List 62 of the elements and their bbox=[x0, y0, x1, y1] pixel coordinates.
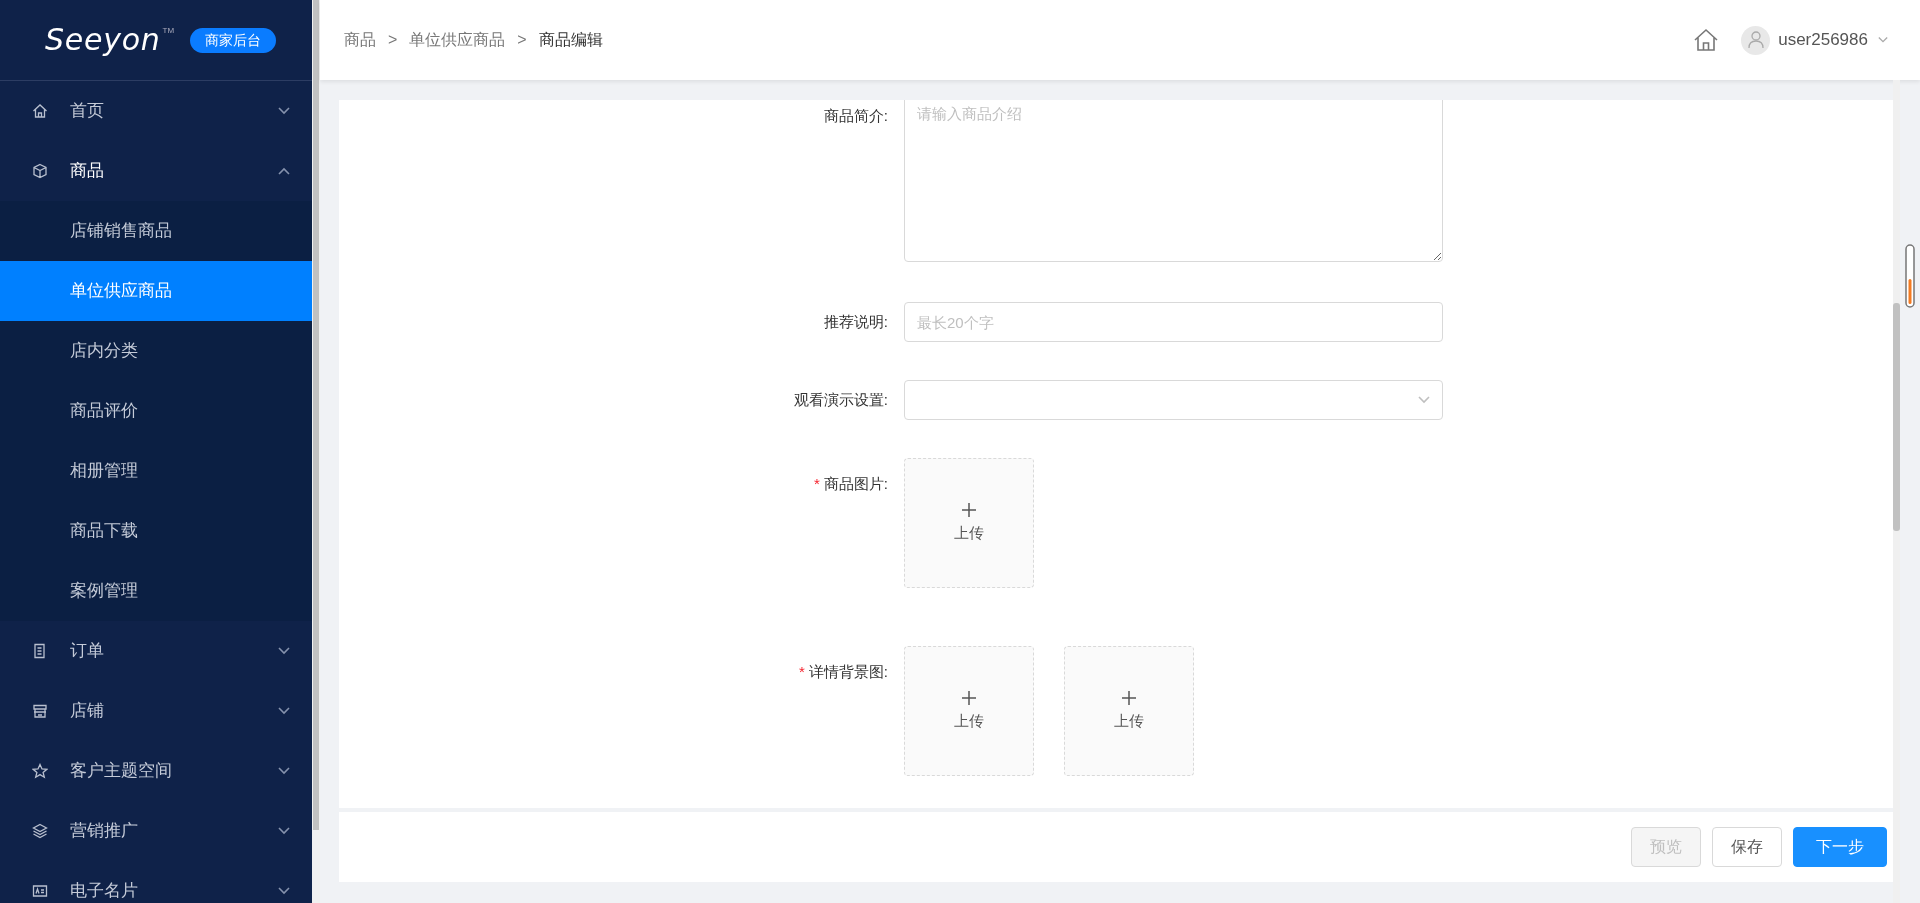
breadcrumb-link[interactable]: 商品 bbox=[344, 28, 376, 52]
merchant-badge: 商家后台 bbox=[190, 27, 277, 53]
submenu-item[interactable]: 商品下载 bbox=[0, 501, 312, 561]
input-field[interactable]: 最长20个字 bbox=[904, 302, 1443, 342]
layers-icon bbox=[32, 823, 48, 839]
sidebar-item[interactable]: 商品 bbox=[0, 141, 312, 201]
sidebar-scrollbar[interactable] bbox=[313, 0, 319, 830]
field-label: 商品图片: bbox=[823, 473, 888, 494]
chevron-up-icon bbox=[278, 167, 290, 175]
star-icon bbox=[32, 763, 48, 779]
user-name[interactable]: user256986 bbox=[1778, 27, 1868, 53]
sidebar-item[interactable]: 订单 bbox=[0, 621, 312, 681]
upload-button[interactable]: 上传 bbox=[904, 458, 1034, 588]
sidebar-item[interactable]: 电子名片 bbox=[0, 861, 312, 903]
chevron-down-icon bbox=[1418, 396, 1430, 404]
chevron-down-icon bbox=[278, 887, 290, 895]
required-asterisk: * bbox=[799, 661, 805, 682]
field-label: 商品简介: bbox=[823, 105, 888, 126]
chevron-down-icon bbox=[278, 107, 290, 115]
chevron-down-icon bbox=[278, 827, 290, 835]
submenu-item[interactable]: 案例管理 bbox=[0, 561, 312, 621]
required-asterisk: * bbox=[814, 473, 820, 494]
user-avatar[interactable] bbox=[1741, 25, 1771, 55]
upload-button[interactable]: 上传 bbox=[1064, 646, 1194, 776]
upload-button[interactable]: 上传 bbox=[904, 646, 1034, 776]
sidebar-item[interactable]: 店铺 bbox=[0, 681, 312, 741]
submenu-item[interactable]: 店内分类 bbox=[0, 321, 312, 381]
field-label: 详情背景图: bbox=[808, 661, 888, 682]
select-field[interactable] bbox=[904, 380, 1443, 420]
sidebar-item[interactable]: 客户主题空间 bbox=[0, 741, 312, 801]
breadcrumb-separator: > bbox=[388, 30, 398, 50]
submenu-item[interactable]: 单位供应商品 bbox=[0, 261, 312, 321]
chevron-down-icon bbox=[278, 767, 290, 775]
trademark-text: TM bbox=[162, 25, 175, 37]
store-icon bbox=[32, 703, 48, 719]
plus-icon bbox=[961, 501, 977, 518]
home-icon[interactable] bbox=[1693, 28, 1720, 52]
breadcrumb-link[interactable]: 单位供应商品 bbox=[409, 28, 506, 52]
cube-icon bbox=[32, 163, 48, 179]
action-button[interactable]: 保存 bbox=[1712, 827, 1782, 867]
content-scrollbar[interactable] bbox=[1893, 303, 1900, 531]
chevron-down-icon bbox=[278, 647, 290, 655]
breadcrumb-current: 商品编辑 bbox=[538, 30, 603, 50]
field-label: 观看演示设置: bbox=[793, 389, 888, 410]
document-icon bbox=[32, 643, 48, 659]
scroll-gadget-icon bbox=[1905, 244, 1915, 308]
chevron-down-icon bbox=[278, 707, 290, 715]
breadcrumb-separator: > bbox=[517, 30, 527, 50]
sidebar-item[interactable]: 营销推广 bbox=[0, 801, 312, 861]
plus-icon bbox=[961, 689, 977, 706]
sidebar-item[interactable]: 首页 bbox=[0, 81, 312, 141]
submenu-item[interactable]: 店铺销售商品 bbox=[0, 201, 312, 261]
plus-icon bbox=[1121, 689, 1137, 706]
submenu-item[interactable]: 相册管理 bbox=[0, 441, 312, 501]
id-card-icon bbox=[32, 883, 48, 899]
user-icon bbox=[1747, 31, 1764, 49]
field-label: 推荐说明: bbox=[823, 311, 888, 332]
chevron-down-icon bbox=[1878, 36, 1888, 44]
intro-textarea[interactable]: 请输入商品介绍 bbox=[904, 100, 1443, 262]
logo-text: Seeyon bbox=[45, 25, 161, 55]
submenu-item[interactable]: 商品评价 bbox=[0, 381, 312, 441]
home-icon bbox=[32, 103, 48, 119]
